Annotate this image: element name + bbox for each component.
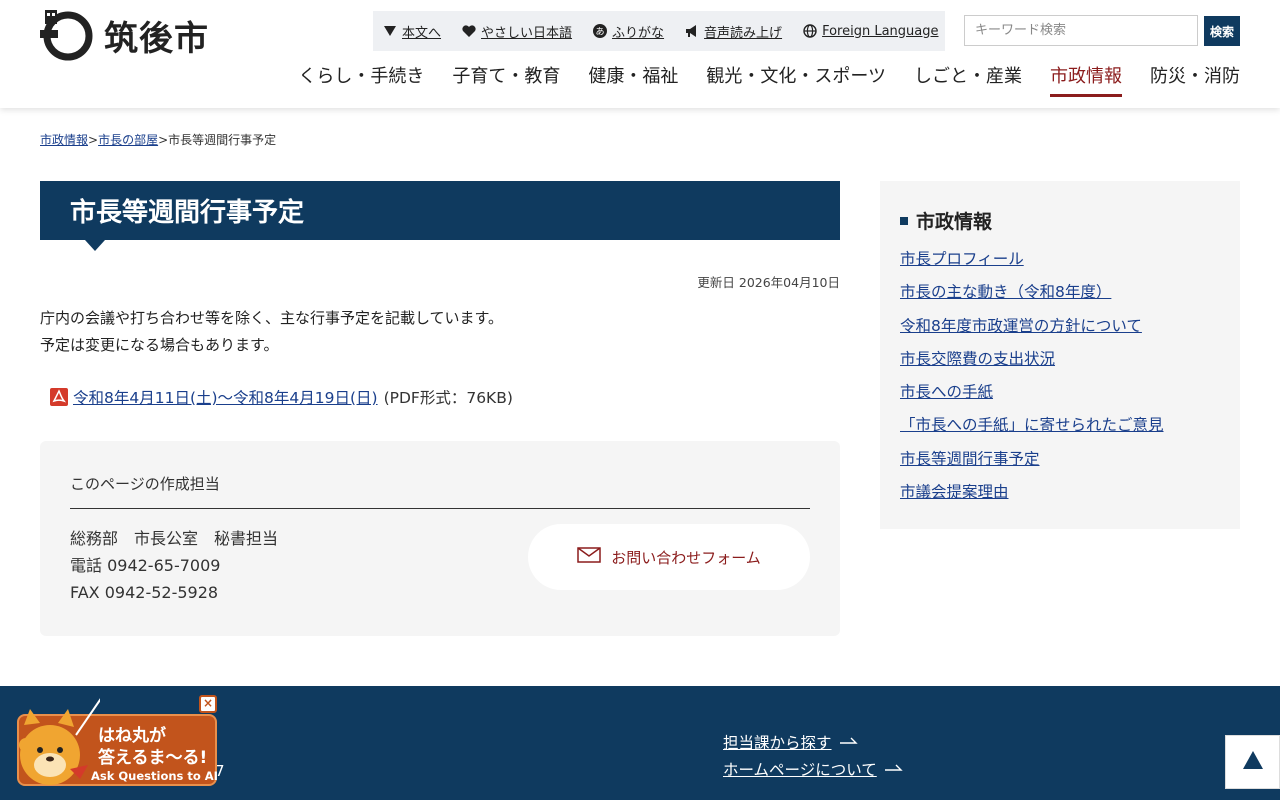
intro-line: 庁内の会議や打ち合わせ等を除く、主な行事予定を記載しています。: [40, 309, 504, 327]
utility-bar: 本文へ やさしい日本語 あ ふりがな 音声読み上げ Foreign Langua…: [373, 11, 945, 51]
footer-link-row: 担当課から探す: [723, 728, 903, 755]
contact-heading: このページの作成担当: [70, 473, 810, 509]
side-nav-item: 市長への手紙: [900, 383, 994, 402]
search-input[interactable]: [964, 15, 1198, 46]
nav-item-tourism[interactable]: 観光・文化・スポーツ: [706, 62, 886, 97]
breadcrumb: 市政情報>市長の部屋>市長等週間行事予定: [40, 131, 276, 148]
intro-text: 庁内の会議や打ち合わせ等を除く、主な行事予定を記載しています。 予定は変更になる…: [40, 305, 503, 359]
nav-item-health[interactable]: 健康・福祉: [588, 62, 678, 97]
contact-box: このページの作成担当 総務部 市長公室 秘書担当 電話 0942-65-7009…: [40, 441, 840, 636]
triangle-down-icon: [383, 24, 397, 38]
back-to-top-button[interactable]: [1225, 735, 1280, 789]
triangle-up-icon: [1242, 751, 1263, 773]
heart-icon: [462, 24, 476, 38]
ai-chat-widget[interactable]: はね丸が 答えるま〜る! Ask Questions to AI ×: [0, 695, 220, 795]
side-nav-item: 市長交際費の支出状況: [900, 349, 1056, 368]
footer-link-departments[interactable]: 担当課から探す: [723, 731, 832, 753]
contact-department: 総務部 市長公室 秘書担当: [70, 529, 279, 548]
foreign-language-link[interactable]: Foreign Language: [803, 24, 938, 39]
pdf-icon: [50, 388, 68, 406]
side-nav-item: 市長の主な動き（令和8年度）: [900, 283, 1112, 302]
side-nav-heading: 市政情報: [900, 207, 992, 234]
breadcrumb-separator: >: [158, 133, 169, 147]
nav-item-work[interactable]: しごと・産業: [914, 62, 1022, 97]
page-title: 市長等週間行事予定: [40, 181, 840, 251]
contact-tel: 電話 0942-65-7009: [70, 556, 221, 575]
mail-icon: [577, 547, 601, 567]
footer-link-row: ホームページについて: [723, 755, 903, 782]
nav-item-city-info[interactable]: 市政情報: [1050, 62, 1122, 97]
a-hiragana-icon: あ: [593, 24, 608, 38]
text-to-speech-link[interactable]: 音声読み上げ: [685, 22, 782, 41]
side-nav-item: 市長プロフィール: [900, 250, 1024, 268]
contact-details: 総務部 市長公室 秘書担当 電話 0942-65-7009 FAX 0942-5…: [70, 525, 278, 606]
side-nav-item: 「市長への手紙」に寄せられたご意見: [900, 416, 1164, 435]
close-icon[interactable]: ×: [199, 695, 217, 713]
footer-link-about-site[interactable]: ホームページについて: [723, 758, 877, 780]
inquiry-form-label: お問い合わせフォーム: [611, 548, 761, 567]
inquiry-form-button[interactable]: お問い合わせフォーム: [528, 524, 810, 590]
megaphone-icon: [685, 24, 699, 38]
arrow-right-icon: [884, 760, 903, 778]
svg-text:あ: あ: [596, 27, 605, 38]
side-nav-list: 市長プロフィール 市長の主な動き（令和8年度） 令和8年度市政運営の方針について…: [900, 247, 1164, 513]
nav-item-disaster[interactable]: 防災・消防: [1150, 62, 1240, 97]
site-logo[interactable]: 筑後市: [40, 8, 209, 62]
pdf-file-info: (PDF形式：76KB): [383, 389, 513, 407]
footer-links: 担当課から探す ホームページについて: [723, 728, 903, 782]
site-name: 筑後市: [104, 18, 209, 59]
breadcrumb-separator: >: [88, 133, 99, 147]
breadcrumb-current: 市長等週間行事予定: [168, 133, 277, 147]
breadcrumb-link-city-info[interactable]: 市政情報: [40, 133, 88, 147]
pdf-download: 令和8年4月11日(土)～令和8年4月19日(日) (PDF形式：76KB): [50, 386, 513, 408]
search-button[interactable]: 検索: [1204, 16, 1240, 46]
ai-line3: Ask Questions to AI: [91, 769, 218, 783]
side-nav-item: 令和8年度市政運営の方針について: [900, 316, 1142, 335]
arrow-right-icon: [839, 733, 858, 751]
globe-icon: [803, 24, 817, 38]
pdf-schedule-link[interactable]: 令和8年4月11日(土)～令和8年4月19日(日): [73, 386, 378, 408]
side-nav-item: 市長等週間行事予定: [900, 449, 1040, 468]
side-nav: 市政情報 市長プロフィール 市長の主な動き（令和8年度） 令和8年度市政運営の方…: [880, 181, 1240, 529]
square-bullet-icon: [900, 216, 908, 225]
haneMaru-mascot-icon: [10, 695, 103, 793]
furigana-link[interactable]: あ ふりがな: [593, 22, 664, 41]
city-emblem-icon: [40, 8, 94, 62]
nav-item-childcare[interactable]: 子育て・教育: [452, 62, 560, 97]
nav-item-living[interactable]: くらし・手続き: [298, 62, 424, 97]
side-nav-item: 市議会提案理由: [900, 483, 1009, 502]
contact-fax: FAX 0942-52-5928: [70, 583, 219, 602]
breadcrumb-link-mayor-room[interactable]: 市長の部屋: [98, 133, 158, 147]
global-nav: くらし・手続き 子育て・教育 健康・福祉 観光・文化・スポーツ しごと・産業 市…: [298, 62, 1240, 97]
updated-date: 更新日 2026年04月10日: [697, 275, 840, 290]
intro-line: 予定は変更になる場合もあります。: [40, 336, 279, 354]
skip-to-content-link[interactable]: 本文へ: [383, 22, 441, 41]
easy-japanese-link[interactable]: やさしい日本語: [462, 22, 572, 41]
site-header: 筑後市 本文へ やさしい日本語 あ ふりがな 音声読み上げ Foreign La…: [0, 0, 1280, 108]
ai-line2: 答えるま〜る!: [98, 748, 208, 768]
